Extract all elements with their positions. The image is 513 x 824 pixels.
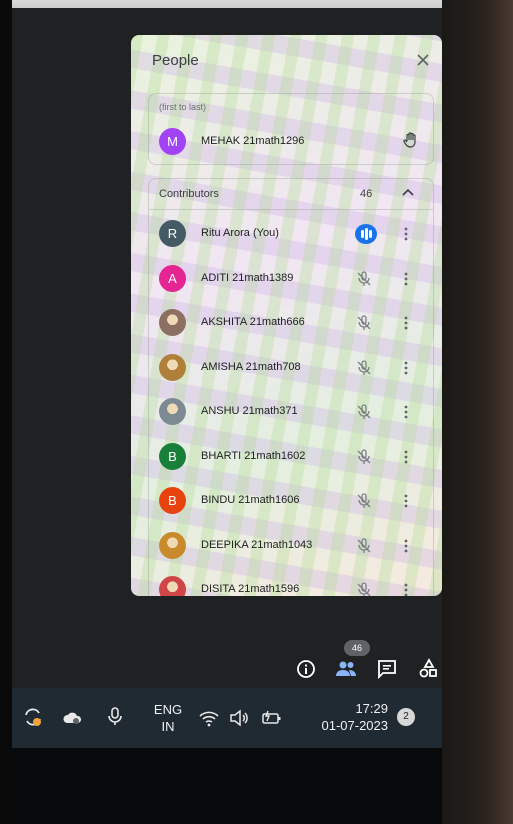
taskbar: ENG IN 17:29 01-07-2023 2 xyxy=(12,688,442,748)
participant-name: ADITI 21math1389 xyxy=(201,271,294,284)
chevron-up-icon[interactable] xyxy=(400,185,416,201)
participant-row[interactable]: R Ritu Arora (You) xyxy=(149,217,433,251)
participant-name: ANSHU 21math371 xyxy=(201,405,298,417)
mic-off-icon[interactable] xyxy=(355,537,373,555)
participant-row[interactable]: DISITA 21math1596 xyxy=(149,573,433,596)
monitor-bottom-bezel xyxy=(12,748,442,824)
language-indicator[interactable]: ENG IN xyxy=(148,701,188,735)
profile-photo-avatar xyxy=(159,353,186,381)
participant-name: MEHAK 21math1296 xyxy=(201,135,305,147)
participant-name: DISITA 21math1596 xyxy=(201,583,300,595)
more-options-icon[interactable] xyxy=(403,314,409,332)
people-count-badge: 46 xyxy=(344,640,370,656)
notification-badge[interactable]: 2 xyxy=(397,708,415,726)
more-options-icon[interactable] xyxy=(403,225,409,243)
participant-name: AKSHITA 21math666 xyxy=(201,316,305,328)
chat-icon[interactable] xyxy=(374,656,400,682)
raised-hands-section: (first to last) M MEHAK 21math1296 xyxy=(148,93,434,165)
participant-row[interactable]: B BINDU 21math1606 xyxy=(149,484,433,518)
avatar: B xyxy=(159,442,186,470)
speaking-indicator-icon xyxy=(355,224,377,244)
close-icon xyxy=(417,54,429,66)
battery-icon[interactable] xyxy=(260,707,282,729)
clock-date: 01-07-2023 xyxy=(321,718,389,733)
people-icon[interactable] xyxy=(333,656,359,682)
participant-row[interactable]: AMISHA 21math708 xyxy=(149,351,433,385)
participant-name: BHARTI 21math1602 xyxy=(201,449,306,462)
mic-off-icon[interactable] xyxy=(355,448,373,466)
participant-name: Ritu Arora (You) xyxy=(201,227,279,239)
clock-time: 17:29 xyxy=(355,701,388,716)
monitor-bezel-left xyxy=(0,0,12,824)
info-icon[interactable] xyxy=(293,656,319,682)
profile-photo-avatar xyxy=(159,398,186,425)
activities-icon[interactable] xyxy=(416,656,442,682)
participant-name: BINDU 21math1606 xyxy=(201,494,300,506)
participant-row[interactable]: AKSHITA 21math666 xyxy=(149,306,433,340)
more-options-icon[interactable] xyxy=(403,403,409,421)
onedrive-icon[interactable] xyxy=(62,707,84,729)
more-options-icon[interactable] xyxy=(403,270,409,288)
language-region: IN xyxy=(161,719,175,734)
participant-row[interactable]: A ADITI 21math1389 xyxy=(149,262,433,296)
volume-icon[interactable] xyxy=(228,707,250,729)
profile-photo-avatar xyxy=(159,576,186,596)
profile-photo-avatar xyxy=(159,531,186,559)
language-code: ENG xyxy=(153,702,183,717)
participant-name: AMISHA 21math708 xyxy=(201,360,301,373)
profile-photo-avatar xyxy=(159,309,186,336)
monitor-bezel-right xyxy=(442,0,513,824)
microphone-icon[interactable] xyxy=(104,705,126,727)
participant-name: DEEPIKA 21math1043 xyxy=(201,538,313,551)
people-panel: People (first to last) M MEHAK 21math129… xyxy=(131,35,442,596)
participant-row[interactable]: B BHARTI 21math1602 xyxy=(149,440,433,474)
wifi-icon[interactable] xyxy=(198,707,220,729)
raised-hand-icon[interactable] xyxy=(401,130,421,150)
raised-hands-caption: (first to last) xyxy=(159,102,207,112)
more-options-icon[interactable] xyxy=(403,537,409,555)
close-panel-button[interactable] xyxy=(412,49,434,71)
people-panel-header: People xyxy=(131,35,442,90)
contributors-header[interactable]: Contributors 46 xyxy=(149,179,433,210)
contributors-label: Contributors xyxy=(159,188,219,200)
mic-off-icon[interactable] xyxy=(355,359,373,377)
participant-row[interactable]: DEEPIKA 21math1043 xyxy=(149,529,433,563)
avatar: A xyxy=(159,264,186,292)
avatar: R xyxy=(159,220,186,247)
more-options-icon[interactable] xyxy=(403,492,409,510)
sync-icon[interactable] xyxy=(22,706,44,728)
more-options-icon[interactable] xyxy=(403,581,409,596)
raised-hand-row[interactable]: M MEHAK 21math1296 xyxy=(149,125,433,159)
panel-title: People xyxy=(152,52,199,69)
more-options-icon[interactable] xyxy=(403,448,409,466)
taskbar-clock[interactable]: 17:29 01-07-2023 xyxy=(300,700,389,734)
contributors-count: 46 xyxy=(360,188,373,200)
mic-off-icon[interactable] xyxy=(355,403,373,421)
avatar: M xyxy=(159,128,186,155)
mic-off-icon[interactable] xyxy=(355,581,373,596)
participant-row[interactable]: ANSHU 21math371 xyxy=(149,395,433,429)
mic-off-icon[interactable] xyxy=(355,314,373,332)
avatar: B xyxy=(159,487,186,514)
mic-off-icon[interactable] xyxy=(355,492,373,510)
more-options-icon[interactable] xyxy=(403,359,409,377)
mic-off-icon[interactable] xyxy=(355,270,373,288)
contributors-section: Contributors 46 R Ritu Arora (You) A ADITI … xyxy=(148,178,434,596)
